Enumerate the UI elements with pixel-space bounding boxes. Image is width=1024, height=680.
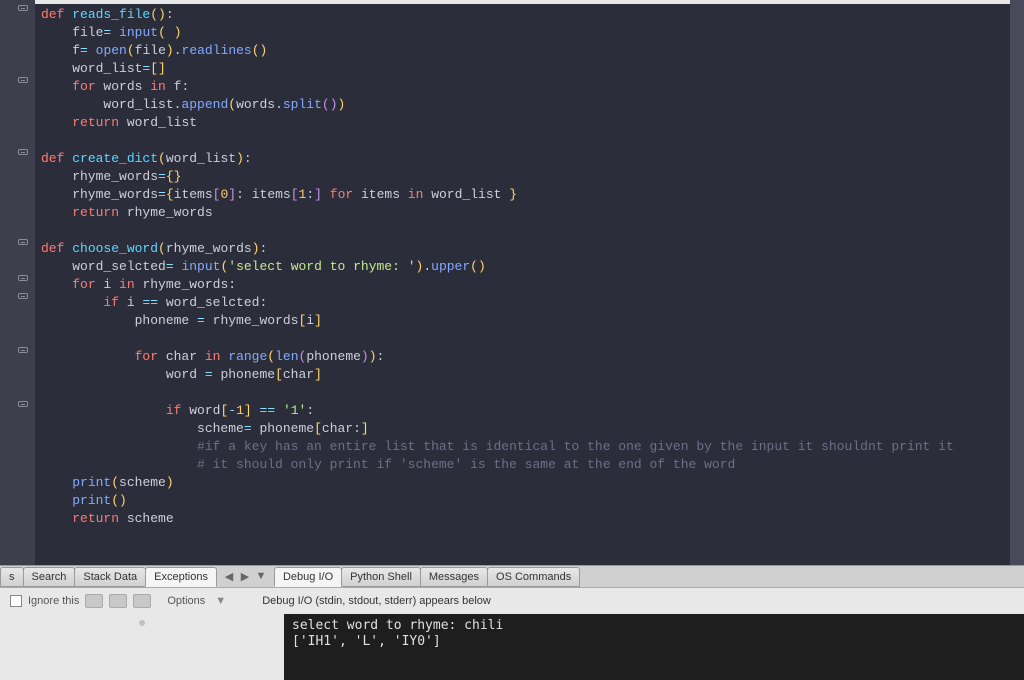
console-line: select word to rhyme: chili <box>292 618 1016 634</box>
tab-os-commands[interactable]: OS Commands <box>487 567 580 587</box>
nav-down-icon[interactable]: ▼ <box>254 570 268 583</box>
fold-marker[interactable] <box>18 149 28 155</box>
options-row: Ignore this Options ▼ Debug I/O (stdin, … <box>0 588 1024 614</box>
editor-scrollbar[interactable] <box>1010 0 1024 565</box>
fold-marker[interactable] <box>18 275 28 281</box>
tab-search[interactable]: Search <box>23 567 76 587</box>
tab-python-shell[interactable]: Python Shell <box>341 567 421 587</box>
debug-io-status: Debug I/O (stdin, stdout, stderr) appear… <box>262 595 491 607</box>
fold-marker[interactable] <box>18 401 28 407</box>
tab-messages[interactable]: Messages <box>420 567 488 587</box>
nav-arrows: ◀ ▶ ▼ <box>216 570 274 583</box>
console-area: select word to rhyme: chili['IH1', 'L', … <box>0 614 1024 680</box>
fold-marker[interactable] <box>18 239 28 245</box>
bottom-panel: s Search Stack Data Exceptions ◀ ▶ ▼ Deb… <box>0 565 1024 680</box>
fold-marker[interactable] <box>18 347 28 353</box>
tab-prev-partial[interactable]: s <box>0 567 24 587</box>
console-left-pane <box>0 614 284 680</box>
tool-icon-3[interactable] <box>133 594 151 608</box>
fold-marker[interactable] <box>18 293 28 299</box>
tabs-row: s Search Stack Data Exceptions ◀ ▶ ▼ Deb… <box>0 566 1024 588</box>
console-line: ['IH1', 'L', 'IY0'] <box>292 634 1016 650</box>
ignore-label: Ignore this <box>28 595 79 607</box>
tab-stack-data[interactable]: Stack Data <box>74 567 146 587</box>
options-label[interactable]: Options <box>167 595 205 607</box>
tool-icon-2[interactable] <box>109 594 127 608</box>
gutter <box>0 0 35 565</box>
tab-exceptions[interactable]: Exceptions <box>145 567 217 587</box>
fold-marker[interactable] <box>18 77 28 83</box>
tab-debug-io[interactable]: Debug I/O <box>274 567 342 587</box>
fold-marker[interactable] <box>18 5 28 11</box>
resize-handle-icon[interactable] <box>139 620 145 626</box>
editor-area: def reads_file(): file= input( ) f= open… <box>0 0 1024 565</box>
tool-icon-1[interactable] <box>85 594 103 608</box>
ignore-checkbox[interactable] <box>10 595 22 607</box>
console-output[interactable]: select word to rhyme: chili['IH1', 'L', … <box>284 614 1024 680</box>
options-dropdown-icon[interactable]: ▼ <box>215 595 226 607</box>
nav-next-icon[interactable]: ▶ <box>238 570 252 583</box>
nav-prev-icon[interactable]: ◀ <box>222 570 236 583</box>
code-content[interactable]: def reads_file(): file= input( ) f= open… <box>35 0 1010 565</box>
